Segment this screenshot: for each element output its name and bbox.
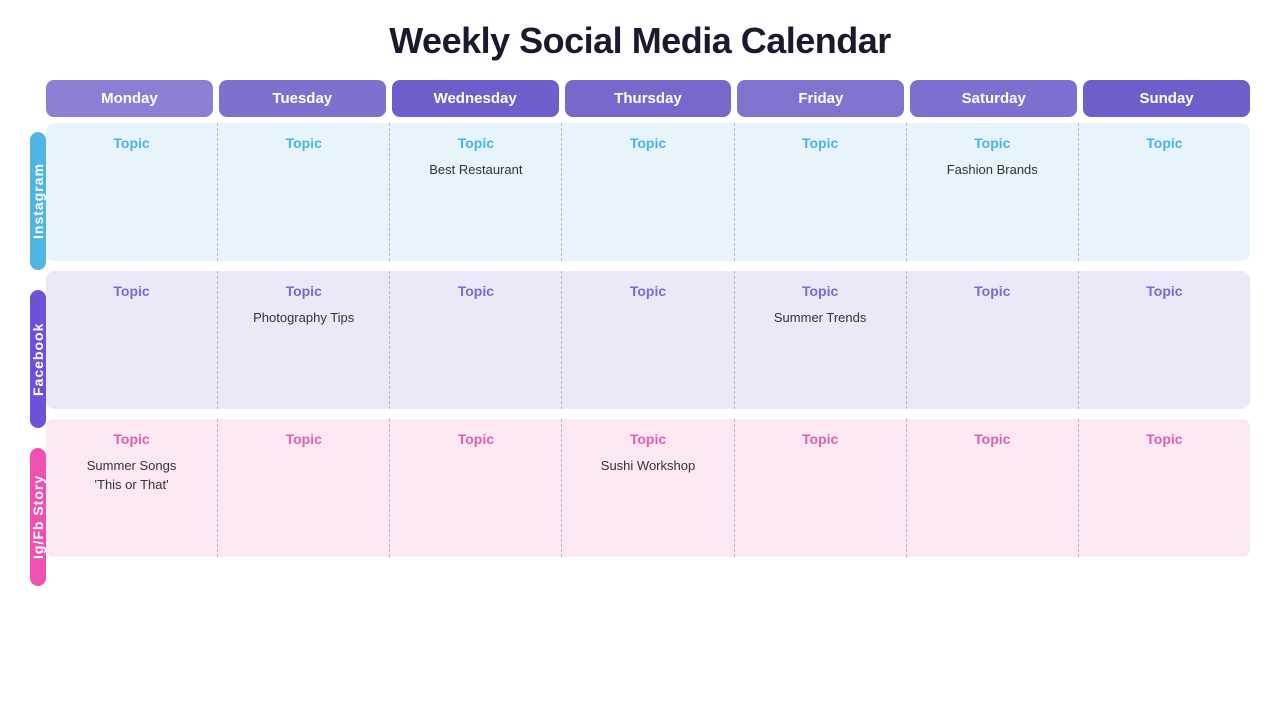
cell-topic: Topic [286,283,322,299]
day-header-tuesday: Tuesday [219,80,386,117]
cell-facebook-wednesday: Topic [390,271,562,409]
cell-topic: Topic [974,431,1010,447]
cell-topic: Topic [630,431,666,447]
day-header-monday: Monday [46,80,213,117]
cell-facebook-saturday: Topic [907,271,1079,409]
platform-row-igfbstory: TopicSummer Songs 'This or That'TopicTop… [46,419,1250,557]
cell-topic: Topic [974,283,1010,299]
cell-facebook-friday: Topic Summer Trends [735,271,907,409]
cell-topic: Topic [1146,431,1182,447]
cell-topic: Topic [286,431,322,447]
cell-instagram-friday: Topic [735,123,907,261]
cell-topic: Topic [286,135,322,151]
day-header-wednesday: Wednesday [392,80,559,117]
cell-instagram-sunday: Topic [1079,123,1250,261]
cell-content: Summer Songs 'This or That' [87,457,177,495]
cell-topic: Topic [458,431,494,447]
cell-igfbstory-wednesday: Topic [390,419,562,557]
platform-rows: TopicTopicTopicBest RestaurantTopicTopic… [46,123,1250,557]
cell-topic: Topic [630,283,666,299]
row-label-igfbstory: Ig/Fb Story [30,448,46,586]
cell-igfbstory-saturday: Topic [907,419,1079,557]
cell-topic: Topic [974,135,1010,151]
day-header-thursday: Thursday [565,80,732,117]
cell-instagram-wednesday: Topic Best Restaurant [390,123,562,261]
day-header-friday: Friday [737,80,904,117]
cell-content: Fashion Brands [947,161,1038,180]
cell-facebook-tuesday: Topic Photography Tips [218,271,390,409]
day-header-sunday: Sunday [1083,80,1250,117]
cell-topic: Topic [113,431,149,447]
main-grid: MondayTuesdayWednesdayThursdayFridaySatu… [46,80,1250,586]
platform-row-facebook: TopicTopicPhotography TipsTopicTopicTopi… [46,271,1250,409]
day-headers: MondayTuesdayWednesdayThursdayFridaySatu… [46,80,1250,117]
cell-topic: Topic [630,135,666,151]
row-label-facebook: Facebook [30,290,46,428]
row-labels: Instagram Facebook Ig/Fb Story [30,132,46,586]
cell-igfbstory-thursday: Topic Sushi Workshop [562,419,734,557]
cell-instagram-tuesday: Topic [218,123,390,261]
cell-igfbstory-monday: Topic Summer Songs 'This or That' [46,419,218,557]
cell-instagram-saturday: Topic Fashion Brands [907,123,1079,261]
day-header-saturday: Saturday [910,80,1077,117]
cell-instagram-monday: Topic [46,123,218,261]
cell-igfbstory-sunday: Topic [1079,419,1250,557]
cell-topic: Topic [458,135,494,151]
cell-facebook-monday: Topic [46,271,218,409]
cell-topic: Topic [802,135,838,151]
cell-content: Best Restaurant [429,161,522,180]
cell-topic: Topic [1146,135,1182,151]
cell-igfbstory-tuesday: Topic [218,419,390,557]
cell-topic: Topic [113,135,149,151]
cell-content: Summer Trends [774,309,866,328]
row-label-instagram: Instagram [30,132,46,270]
cell-topic: Topic [802,431,838,447]
cell-igfbstory-friday: Topic [735,419,907,557]
cell-content: Photography Tips [253,309,354,328]
cell-facebook-sunday: Topic [1079,271,1250,409]
page-title: Weekly Social Media Calendar [389,20,891,62]
cell-facebook-thursday: Topic [562,271,734,409]
cell-topic: Topic [1146,283,1182,299]
cell-content: Sushi Workshop [601,457,695,476]
platform-row-instagram: TopicTopicTopicBest RestaurantTopicTopic… [46,123,1250,261]
cell-topic: Topic [458,283,494,299]
cell-topic: Topic [113,283,149,299]
cell-instagram-thursday: Topic [562,123,734,261]
cell-topic: Topic [802,283,838,299]
calendar-wrapper: Instagram Facebook Ig/Fb Story MondayTuesd… [30,80,1250,586]
